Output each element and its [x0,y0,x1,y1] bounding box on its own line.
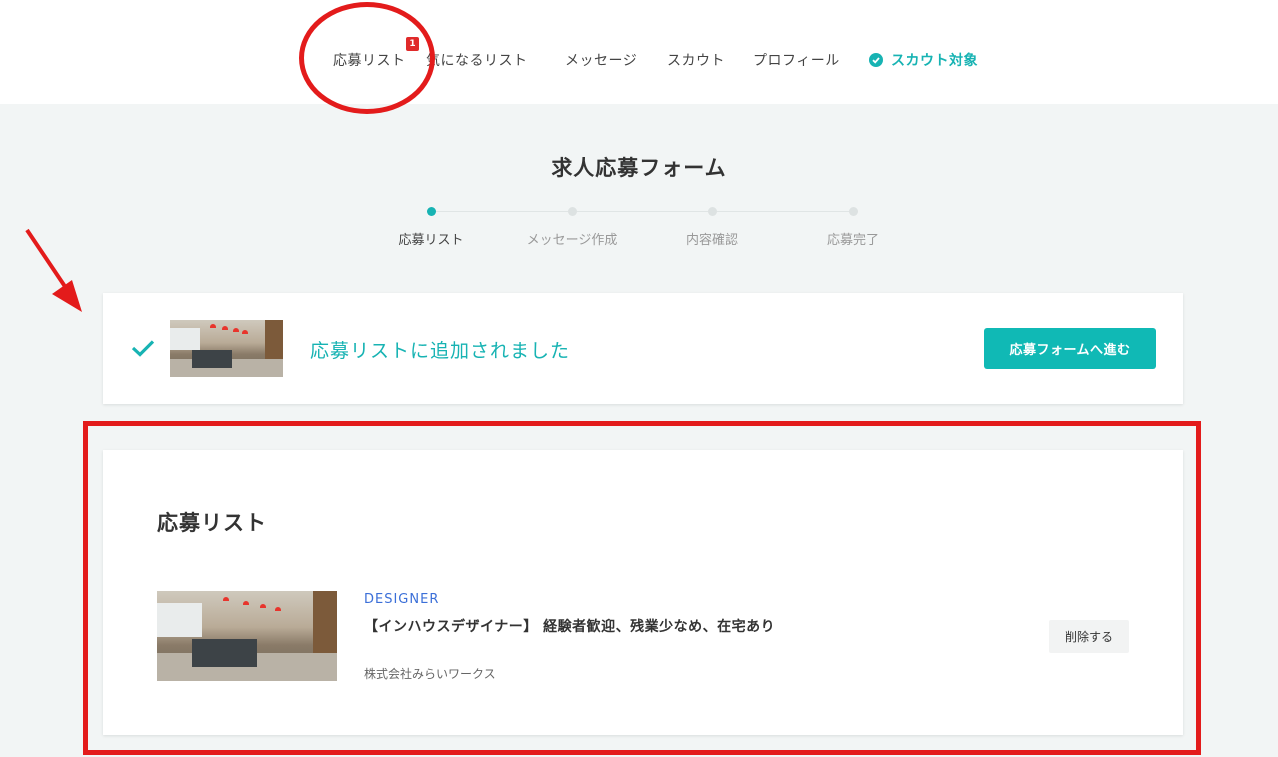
apply-list-title: 応募リスト [157,511,267,535]
job-thumbnail-small [170,320,283,377]
check-icon [131,340,155,357]
apply-count-badge: 1 [406,37,419,51]
job-thumbnail[interactable] [157,591,337,681]
annotation-arrow-icon [25,228,82,312]
nav-scout[interactable]: スカウト [667,50,725,70]
page-title: 求人応募フォーム [551,156,727,180]
proceed-to-form-button[interactable]: 応募フォームへ進む [984,328,1156,369]
added-notice-card: 応募リストに追加されました 応募フォームへ進む [103,293,1183,404]
nav-favorites[interactable]: 気になるリスト [426,50,528,70]
step-label-message: メッセージ作成 [526,233,618,248]
nav-apply-list[interactable]: 応募リスト [333,50,406,70]
nav-profile[interactable]: プロフィール [753,50,840,70]
nav-messages[interactable]: メッセージ [565,50,637,70]
company-name: 株式会社みらいワークス [364,667,496,681]
delete-button[interactable]: 削除する [1049,620,1129,653]
step-dot-3 [708,207,717,216]
step-dot-1 [427,207,436,216]
top-nav: 応募リスト 1 気になるリスト メッセージ スカウト プロフィール スカウト対象 [0,0,1278,104]
job-title[interactable]: 【インハウスデザイナー】 経験者歓迎、残業少なめ、在宅あり [364,616,775,636]
step-dot-4 [849,207,858,216]
nav-scout-target-label: スカウト対象 [891,53,978,69]
check-circle-icon [869,53,883,67]
added-message: 応募リストに追加されました [310,340,571,362]
step-label-confirm: 内容確認 [685,233,739,248]
apply-list-card: 応募リスト DESIGNER 【インハウスデザイナー】 経験者歓迎、残業少なめ、… [103,450,1183,735]
step-label-complete: 応募完了 [826,233,880,248]
step-dot-2 [568,207,577,216]
nav-scout-target[interactable]: スカウト対象 [869,50,978,70]
stepper-line [431,211,853,212]
job-category: DESIGNER [364,592,440,607]
step-label-apply-list: 応募リスト [398,233,464,248]
